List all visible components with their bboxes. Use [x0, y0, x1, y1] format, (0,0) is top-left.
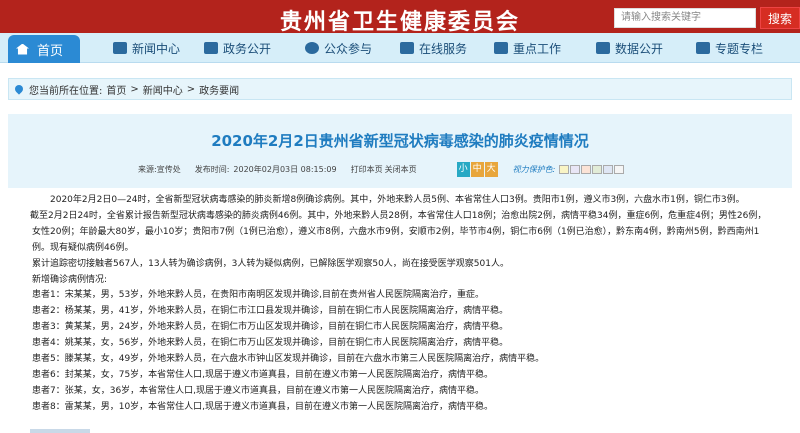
patient-entry: 患者5：滕某某，女，49岁，外地来黔人员，在六盘水市钟山区发现并确诊，目前在六盘…: [32, 354, 545, 365]
nav-item-label: 新闻中心: [132, 41, 181, 56]
nav-item-online-service[interactable]: 在线服务: [400, 33, 467, 63]
patient-entry: 患者3：黄某某，男，24岁，外地来黔人员，在铜仁市万山区发现并确诊，目前在铜仁市…: [32, 322, 509, 333]
nav-item-label: 数据公开: [615, 41, 664, 56]
patient-entry: 患者2：杨某某，男，41岁，外地来黔人员，在铜仁市江口县发现并确诊，目前在铜仁市…: [32, 306, 509, 317]
nav-item-gov-affairs[interactable]: 政务公开: [204, 33, 271, 63]
share-bar[interactable]: [30, 429, 90, 433]
article-source: 来源:宣传处: [138, 165, 181, 174]
font-size-large-button[interactable]: 大: [484, 162, 498, 177]
article-body: 2020年2月2日0—24时，全省新型冠状病毒感染的肺炎新增8例确诊病例。其中，…: [30, 193, 772, 416]
nav-item-label: 专题专栏: [715, 41, 764, 56]
monitor-icon: [400, 42, 414, 54]
publish-label: 发布时间:: [194, 165, 230, 174]
breadcrumb-item-gov-news[interactable]: 政务要闻: [199, 82, 239, 97]
nav-item-topics[interactable]: 专题专栏: [696, 33, 763, 63]
vision-color-swatch[interactable]: [614, 165, 625, 174]
font-size-medium-button[interactable]: 中: [470, 162, 484, 177]
article-paragraph: 2020年2月2日0—24时，全省新型冠状病毒感染的肺炎新增8例确诊病例。其中，…: [50, 195, 745, 205]
vision-color-swatch[interactable]: [592, 165, 603, 174]
breadcrumb-separator: >: [186, 83, 196, 95]
patient-entry: 患者8：雷某某，男，10岁，本省常住人口,现居于遵义市道真县，目前在遵义市第一人…: [32, 401, 494, 412]
breadcrumb-separator: >: [130, 83, 139, 95]
publish-time: 2020年02月03日 08:15:09: [233, 165, 337, 174]
nav-item-key-work[interactable]: 重点工作: [494, 33, 561, 63]
main-nav: 首页 新闻中心 政务公开 公众参与 在线服务 重点工作 数据公开 专题专栏: [0, 33, 800, 63]
bookmark-icon: [494, 42, 508, 54]
breadcrumb-item-home[interactable]: 首页: [106, 82, 126, 97]
font-size-small-button[interactable]: 小: [456, 162, 470, 177]
article-paragraph: 截至2月2日24时，全省累计报告新型冠状病毒感染的肺炎病例46例。其中，外地来黔…: [30, 210, 767, 253]
print-button[interactable]: 打印本页: [351, 164, 383, 175]
patient-entry: 患者1：宋某某，男，53岁，外地来黔人员，在贵阳市南明区发现并确诊,目前在贵州省…: [32, 290, 485, 301]
nav-item-label: 重点工作: [513, 41, 562, 56]
close-page-button[interactable]: 关闭本页: [385, 164, 417, 175]
article-paragraph: 累计追踪密切接触者567人，13人转为确诊病例，3人转为疑似病例，已解除医学观察…: [32, 258, 509, 269]
vision-color-swatch[interactable]: [570, 165, 581, 174]
home-icon: [16, 43, 29, 55]
nav-item-news[interactable]: 新闻中心: [113, 33, 180, 63]
chat-icon: [305, 42, 319, 54]
article-paragraph: 新增确诊病例情况:: [32, 274, 108, 285]
data-icon: [596, 42, 610, 54]
nav-item-label: 首页: [37, 43, 64, 59]
nav-item-label: 政务公开: [223, 41, 272, 56]
breadcrumb: 您当前所在位置: 首页 > 新闻中心 > 政务要闻: [8, 78, 792, 100]
vision-color-swatch[interactable]: [581, 165, 592, 174]
briefcase-icon: [204, 42, 218, 54]
vision-color-swatch[interactable]: [603, 165, 614, 174]
site-header: 贵州省卫生健康委员会 请输入搜索关键字 搜索: [0, 0, 800, 35]
news-icon: [113, 42, 127, 54]
search-input[interactable]: 请输入搜索关键字: [614, 8, 756, 28]
patient-entry: 患者7：张某，女，36岁，本省常住人口,现居于遵义市道真县，目前在遵义市第一人民…: [32, 385, 485, 396]
patient-entry: 患者6：封某某，女，75岁，本省常住人口,现居于遵义市道真县，目前在遵义市第一人…: [32, 369, 494, 380]
vision-protect-label: 视力保护色:: [512, 165, 556, 174]
breadcrumb-item-news[interactable]: 新闻中心: [143, 82, 183, 97]
article-header: 2020年2月2日贵州省新型冠状病毒感染的肺炎疫情情况 来源:宣传处 发布时间:…: [8, 114, 792, 188]
nav-item-label: 公众参与: [324, 41, 373, 56]
vision-color-swatch[interactable]: [559, 165, 570, 174]
topic-icon: [696, 42, 710, 54]
patient-entry: 患者4：姚某某，女，56岁，外地来黔人员，在铜仁市万山区发现并确诊，目前在铜仁市…: [32, 338, 509, 349]
article-title: 2020年2月2日贵州省新型冠状病毒感染的肺炎疫情情况: [211, 132, 589, 150]
nav-item-home[interactable]: 首页: [8, 35, 80, 63]
breadcrumb-prefix: 您当前所在位置:: [29, 85, 103, 97]
nav-item-label: 在线服务: [419, 41, 468, 56]
nav-item-data[interactable]: 数据公开: [596, 33, 663, 63]
search-button[interactable]: 搜索: [760, 7, 800, 29]
nav-item-public[interactable]: 公众参与: [305, 33, 372, 63]
article-meta: 来源:宣传处 发布时间: 2020年02月03日 08:15:09 打印本页 关…: [138, 162, 625, 177]
location-pin-icon: [13, 83, 25, 95]
